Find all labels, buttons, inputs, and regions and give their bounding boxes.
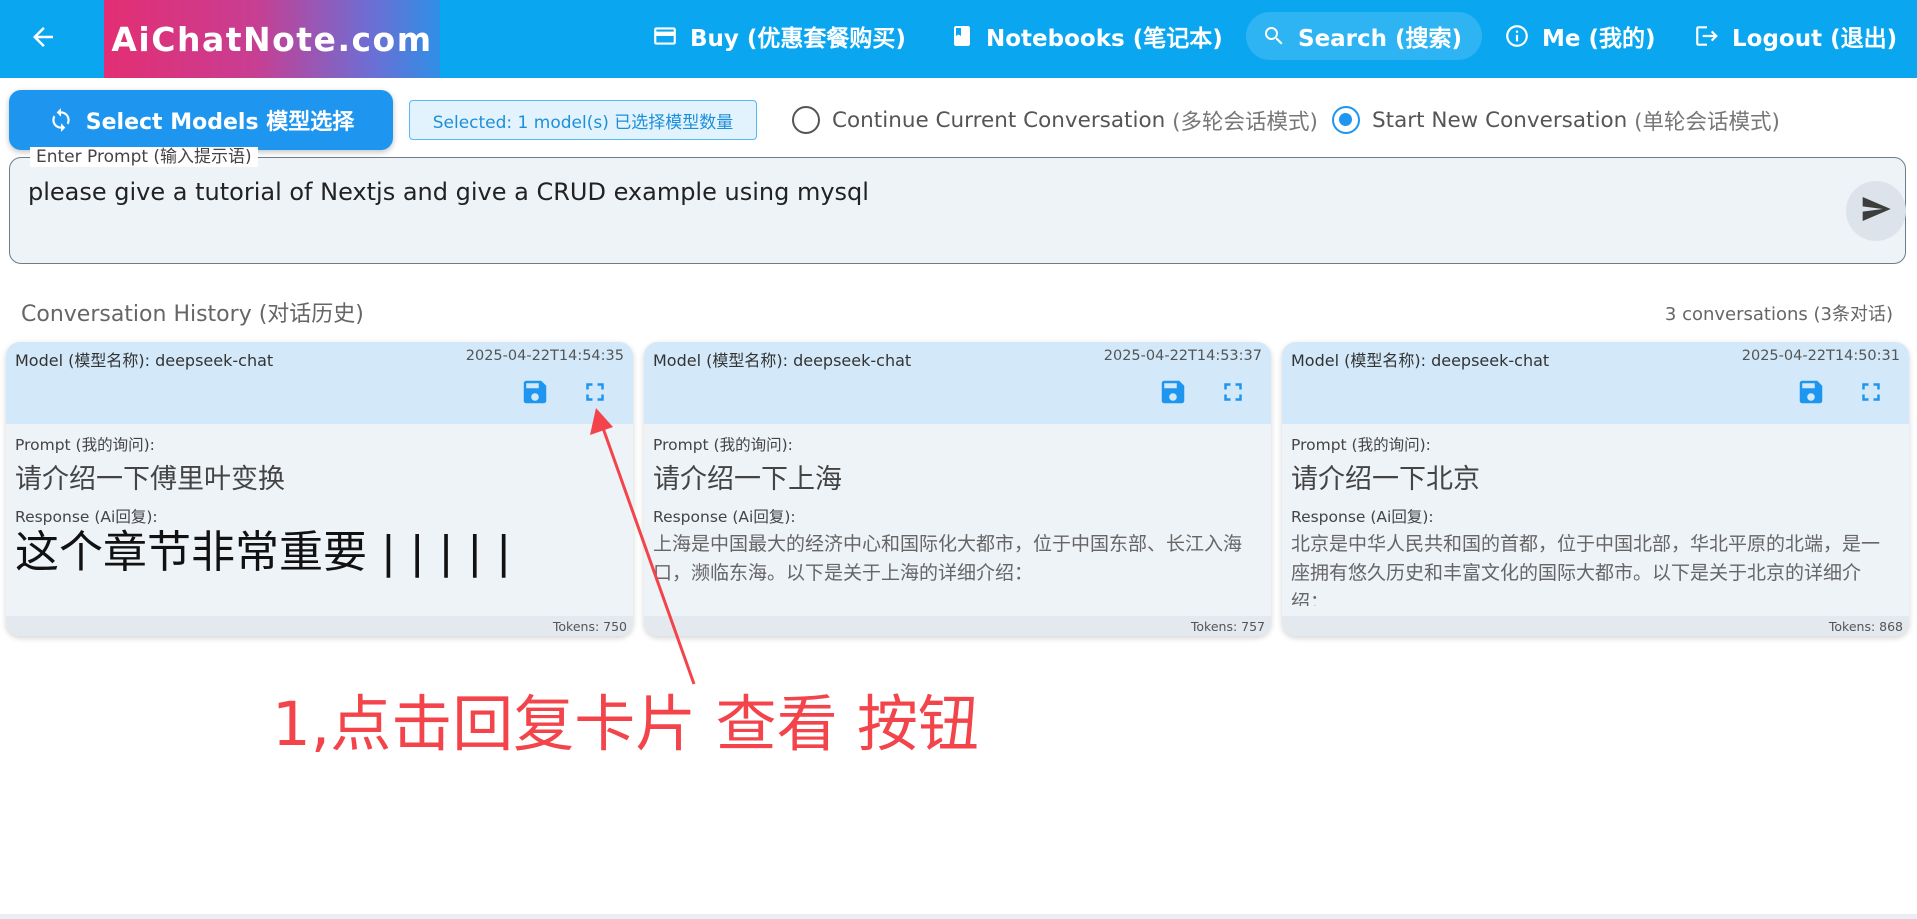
card-prompt-label: Prompt (我的询问):	[653, 436, 793, 454]
conversation-card[interactable]: Model (模型名称): deepseek-chat 2025-04-22T1…	[1282, 342, 1909, 636]
history-title: Conversation History (对话历史)	[21, 302, 364, 327]
card-prompt-label: Prompt (我的询问):	[1291, 436, 1431, 454]
radio-continue-conversation[interactable]: Continue Current Conversation (多轮会话模式)	[792, 104, 1318, 136]
radio-circle-checked[interactable]	[1332, 106, 1360, 134]
radio-new-label: Start New Conversation	[1372, 107, 1628, 133]
nav-notebooks[interactable]: Notebooks (笔记本)	[950, 12, 1223, 60]
card-tokens: Tokens: 750	[552, 619, 627, 634]
prompt-value[interactable]: please give a tutorial of Nextjs and giv…	[28, 178, 869, 206]
card-header: Model (模型名称): deepseek-chat 2025-04-22T1…	[644, 342, 1271, 424]
nav-logout[interactable]: Logout (退出)	[1694, 12, 1897, 60]
selected-models-text: Selected: 1 model(s) 已选择模型数量	[432, 112, 734, 133]
history-count: 3 conversations (3条对话)	[1664, 304, 1893, 325]
card-prompt: 请介绍一下上海	[653, 464, 842, 495]
nav-notebooks-label: Notebooks (笔记本)	[986, 26, 1223, 52]
card-model: Model (模型名称): deepseek-chat	[1291, 351, 1550, 370]
prompt-label: Enter Prompt (输入提示语)	[30, 147, 258, 167]
logo-text: AiChatNote.com	[111, 19, 433, 59]
nav-search[interactable]: Search (搜索)	[1246, 12, 1483, 60]
arrow-left-icon	[28, 22, 58, 56]
radio-circle-unchecked[interactable]	[792, 106, 820, 134]
back-button[interactable]	[18, 14, 68, 64]
book-icon	[950, 23, 974, 49]
radio-continue-label: Continue Current Conversation	[832, 107, 1166, 133]
nav-search-label: Search (搜索)	[1298, 26, 1463, 52]
card-prompt: 请介绍一下北京	[1291, 464, 1480, 495]
conversation-card[interactable]: Model (模型名称): deepseek-chat 2025-04-22T1…	[6, 342, 633, 636]
card-model: Model (模型名称): deepseek-chat	[653, 351, 912, 370]
card-timestamp: 2025-04-22T14:53:37	[1103, 348, 1262, 364]
card-footer: Tokens: 868	[1282, 616, 1909, 636]
top-bar: AiChatNote.com Buy (优惠套餐购买) Notebooks (笔…	[0, 0, 1917, 78]
radio-new-conversation[interactable]: Start New Conversation (单轮会话模式)	[1332, 104, 1780, 136]
save-icon	[1158, 377, 1188, 411]
card-response: 这个章节非常重要 | | | | |	[15, 527, 512, 578]
card-timestamp: 2025-04-22T14:54:35	[465, 348, 624, 364]
search-icon	[1262, 24, 1286, 48]
select-models-label: Select Models 模型选择	[85, 110, 355, 135]
radio-new-sub: (单轮会话模式)	[1634, 109, 1780, 135]
card-tokens: Tokens: 868	[1828, 619, 1903, 634]
card-header: Model (模型名称): deepseek-chat 2025-04-22T1…	[6, 342, 633, 424]
card-response-label: Response (Ai回复):	[15, 508, 158, 526]
nav-me-label: Me (我的)	[1542, 26, 1656, 52]
card-footer: Tokens: 750	[6, 616, 633, 636]
card-response-label: Response (Ai回复):	[1291, 508, 1434, 526]
save-button[interactable]	[1155, 376, 1191, 412]
save-button[interactable]	[517, 376, 553, 412]
save-button[interactable]	[1793, 376, 1829, 412]
card-response-label: Response (Ai回复):	[653, 508, 796, 526]
fullscreen-icon	[1218, 377, 1248, 411]
save-icon	[520, 377, 550, 411]
send-button[interactable]	[1846, 181, 1906, 241]
nav-buy[interactable]: Buy (优惠套餐购买)	[652, 12, 906, 60]
fullscreen-icon	[1856, 377, 1886, 411]
card-tokens: Tokens: 757	[1190, 619, 1265, 634]
nav-buy-label: Buy (优惠套餐购买)	[690, 26, 906, 52]
bottom-divider	[0, 914, 1917, 919]
nav-me[interactable]: Me (我的)	[1504, 12, 1656, 60]
card-timestamp: 2025-04-22T14:50:31	[1741, 348, 1900, 364]
sync-icon	[48, 107, 74, 133]
radio-continue-sub: (多轮会话模式)	[1172, 109, 1318, 135]
card-model: Model (模型名称): deepseek-chat	[15, 351, 274, 370]
card-prompt: 请介绍一下傅里叶变换	[15, 464, 285, 495]
nav-logout-label: Logout (退出)	[1732, 26, 1898, 52]
fullscreen-icon	[580, 377, 610, 411]
credit-card-icon	[652, 23, 678, 49]
send-icon	[1860, 193, 1892, 229]
card-response: 北京是中华人民共和国的首都，位于中国北部，华北平原的北端，是一座拥有悠久历史和丰…	[1291, 533, 1881, 606]
prompt-input[interactable]: Enter Prompt (输入提示语) please give a tutor…	[9, 147, 1906, 264]
save-icon	[1796, 377, 1826, 411]
conversation-card[interactable]: Model (模型名称): deepseek-chat 2025-04-22T1…	[644, 342, 1271, 636]
card-prompt-label: Prompt (我的询问):	[15, 436, 155, 454]
card-response: 上海是中国最大的经济中心和国际化大都市，位于中国东部、长江入海口，濒临东海。以下…	[653, 533, 1243, 584]
annotation-text: 1,点击回复卡片 查看 按钮	[272, 689, 979, 760]
selected-models-badge: Selected: 1 model(s) 已选择模型数量	[409, 100, 757, 140]
expand-button[interactable]	[1853, 376, 1889, 412]
card-footer: Tokens: 757	[644, 616, 1271, 636]
expand-button[interactable]	[1215, 376, 1251, 412]
logo[interactable]: AiChatNote.com	[104, 0, 440, 78]
card-header: Model (模型名称): deepseek-chat 2025-04-22T1…	[1282, 342, 1909, 424]
expand-button[interactable]	[577, 376, 613, 412]
info-icon	[1504, 23, 1530, 49]
select-models-button[interactable]: Select Models 模型选择	[9, 90, 393, 150]
logout-icon	[1694, 23, 1720, 49]
